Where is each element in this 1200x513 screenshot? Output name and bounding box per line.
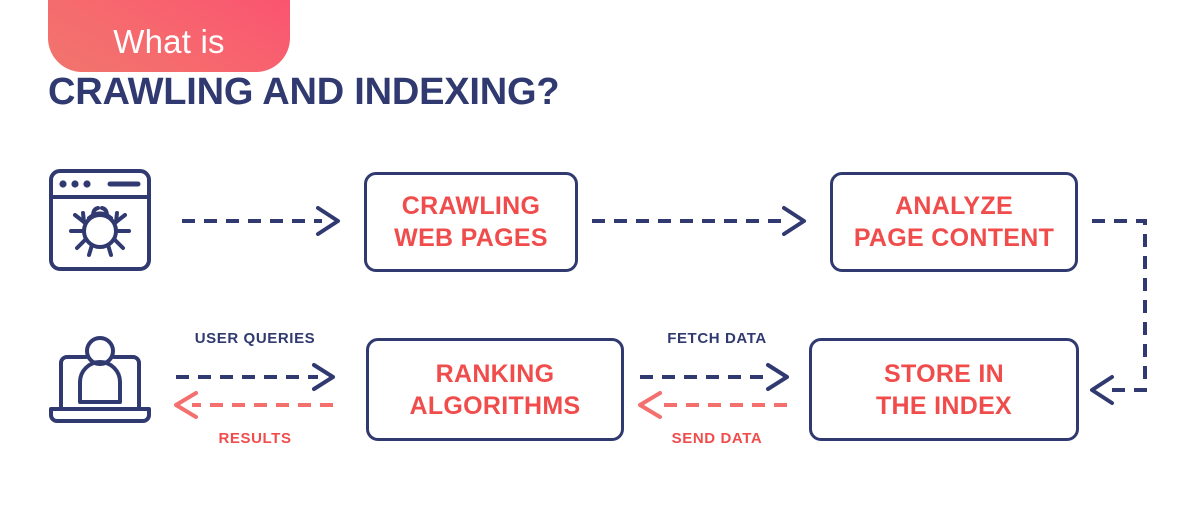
node-ranking-line2: ALGORITHMS (409, 391, 581, 420)
node-ranking-algorithms[interactable]: RANKING ALGORITHMS (366, 338, 624, 441)
node-store-line2: THE INDEX (875, 391, 1013, 420)
label-fetch-data: FETCH DATA (667, 330, 767, 347)
infographic-canvas: What is CRAWLING AND INDEXING? CRAWLING … (0, 0, 1200, 513)
browser-bug-icon (49, 169, 151, 271)
connector-send-data (638, 391, 787, 419)
node-store-line1: STORE IN (883, 359, 1004, 388)
node-store-in-the-index[interactable]: STORE IN THE INDEX (809, 338, 1079, 441)
header-badge-label: What is (113, 23, 225, 60)
connector-crawling-to-analyze (592, 206, 806, 236)
node-crawling-web-pages[interactable]: CRAWLING WEB PAGES (364, 172, 578, 272)
laptop-user-icon (49, 336, 151, 423)
connector-crawler-to-crawling (182, 206, 340, 236)
connector-analyze-to-store (1090, 219, 1147, 405)
connector-user-queries (176, 363, 335, 391)
label-send-data: SEND DATA (671, 430, 763, 447)
node-analyze-line2: PAGE CONTENT (853, 224, 1055, 252)
label-user-queries: USER QUERIES (194, 330, 316, 347)
connector-results (174, 391, 333, 419)
page-title: CRAWLING AND INDEXING? (48, 71, 560, 113)
node-analyze-page-content[interactable]: ANALYZE PAGE CONTENT (830, 172, 1078, 272)
node-analyze-line1: ANALYZE (895, 192, 1013, 220)
node-crawling-line1: CRAWLING (401, 192, 541, 220)
node-ranking-line1: RANKING (435, 359, 555, 388)
label-results: RESULTS (218, 430, 292, 447)
node-crawling-line2: WEB PAGES (394, 224, 548, 252)
connector-fetch-data (640, 363, 789, 391)
